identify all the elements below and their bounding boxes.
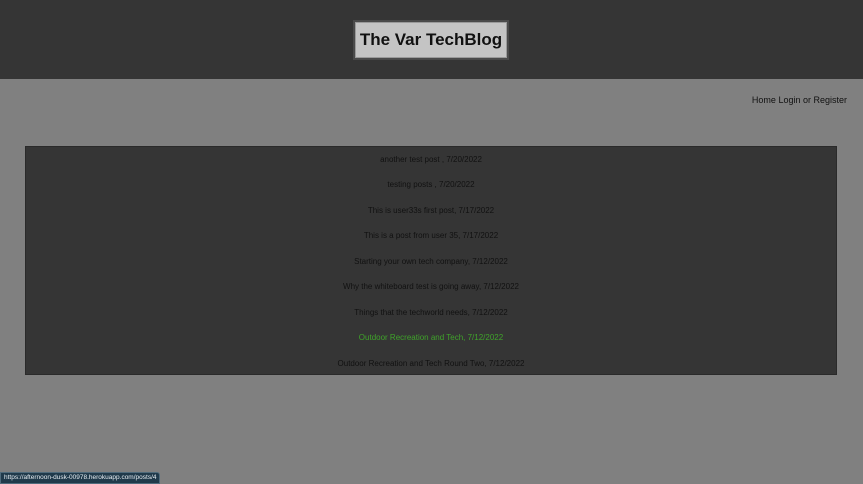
post-link[interactable]: Why the whiteboard test is going away, 7…	[26, 282, 836, 292]
post-link[interactable]: testing posts , 7/20/2022	[26, 180, 836, 190]
post-link[interactable]: Outdoor Recreation and Tech Round Two, 7…	[26, 359, 836, 369]
post-link[interactable]: Things that the techworld needs, 7/12/20…	[26, 308, 836, 318]
nav-login-register-link[interactable]: Login or Register	[778, 95, 847, 105]
browser-status-url: https://afternoon-dusk-00978.herokuapp.c…	[0, 472, 161, 484]
post-link-hovered[interactable]: Outdoor Recreation and Tech, 7/12/2022	[26, 333, 836, 343]
top-nav: Home Login or Register	[752, 95, 847, 105]
post-link[interactable]: This is user33s first post, 7/17/2022	[26, 206, 836, 216]
site-header: The Var TechBlog	[0, 0, 863, 79]
site-title-button[interactable]: The Var TechBlog	[353, 20, 509, 60]
post-link[interactable]: Starting your own tech company, 7/12/202…	[26, 257, 836, 267]
nav-home-link[interactable]: Home	[752, 95, 776, 105]
post-link[interactable]: another test post , 7/20/2022	[26, 155, 836, 165]
post-list: another test post , 7/20/2022 testing po…	[25, 146, 837, 375]
post-link[interactable]: This is a post from user 35, 7/17/2022	[26, 231, 836, 241]
